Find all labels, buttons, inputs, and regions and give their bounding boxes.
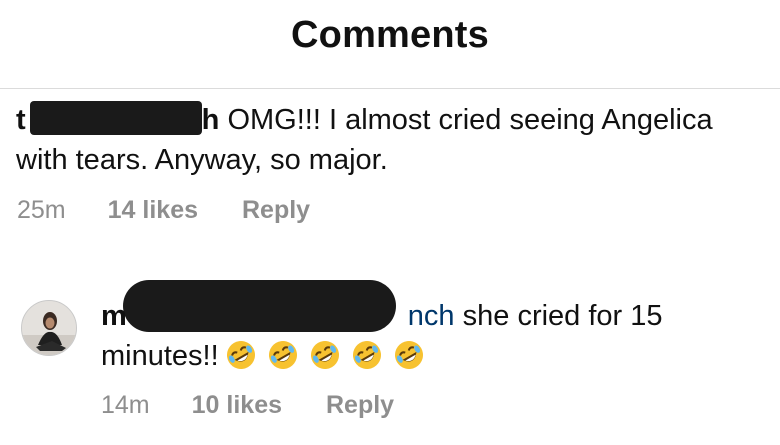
comment-meta: 14m 10 likes Reply [101,391,394,420]
page-title: Comments [291,14,489,56]
comment-time: 14m [101,391,150,419]
reply-button[interactable]: Reply [242,196,310,225]
redaction-bar [29,101,202,135]
mention-link[interactable]: nch [408,300,455,332]
comments-header: Comments [0,0,780,89]
comment-body-line2: with tears. Anyway, so major. [16,144,388,176]
rolling-on-floor-laughing-icon [226,341,255,369]
comment-body-line2: minutes!! [101,340,219,372]
comment-text: th OMG!!! I almost cried seeing Angelica… [16,100,776,180]
comment-body-line1: she cried for 15 [462,300,663,332]
avatar[interactable] [21,300,77,356]
comment-body-line1: OMG!!! I almost cried seeing Angelica [227,104,713,136]
comment-item: m nch she cried for 15 minutes!! [101,296,761,382]
rolling-on-floor-laughing-icon [268,341,297,369]
comment-meta: 25m 14 likes Reply [17,196,310,225]
comment-text: m nch she cried for 15 minutes!! [101,296,761,382]
reply-button[interactable]: Reply [326,391,394,420]
rolling-on-floor-laughing-icon [352,341,381,369]
comment-username[interactable]: m [101,300,127,332]
comment-likes[interactable]: 14 likes [108,196,198,225]
comment-likes[interactable]: 10 likes [192,391,282,420]
rolling-on-floor-laughing-icon [394,341,423,369]
comment-username[interactable]: th [16,101,219,136]
comment-time: 25m [17,196,66,224]
emoji-row [225,339,427,382]
rolling-on-floor-laughing-icon [310,341,339,369]
comment-item: th OMG!!! I almost cried seeing Angelica… [16,100,776,180]
